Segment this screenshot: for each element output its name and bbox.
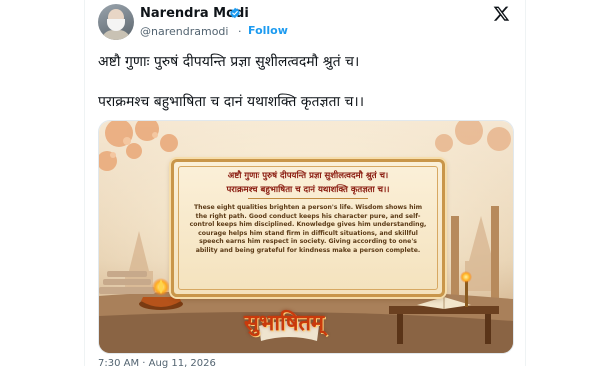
avatar[interactable] <box>98 4 134 40</box>
plaque-sanskrit-line-1: अष्टौ गुणाः पुरुषं दीपयन्ति प्रज्ञा सुशी… <box>227 171 389 181</box>
quote-plaque: अष्टौ गुणाः पुरुषं दीपयन्ति प्रज्ञा सुशी… <box>171 159 445 297</box>
verified-badge-icon <box>230 7 240 19</box>
follow-button[interactable]: Follow <box>248 24 288 37</box>
post-text-line-2: पराक्रमश्च बहुभाषिता च दानं यथाशक्ति कृत… <box>98 94 365 110</box>
author-handle[interactable]: @narendramodi <box>140 25 228 38</box>
x-logo-icon[interactable] <box>493 5 510 22</box>
post-timestamp[interactable]: 7:30 AM · Aug 11, 2026 <box>98 358 216 369</box>
separator-dot: · <box>238 25 242 38</box>
plaque-english-meaning: These eight qualities brighten a person'… <box>189 204 427 254</box>
post-media-image[interactable]: अष्टौ गुणाः पुरुषं दीपयन्ति प्रज्ञा सुशी… <box>98 120 514 354</box>
avatar-shoulders <box>101 30 131 40</box>
post-text-line-1: अष्टौ गुणाः पुरुषं दीपयन्ति प्रज्ञा सुशी… <box>98 54 360 70</box>
avatar-beard <box>107 19 125 31</box>
plaque-sanskrit-line-2: पराक्रमश्च बहुभाषिता च दानं यथाशक्ति कृत… <box>226 185 390 195</box>
plaque-divider <box>248 198 368 199</box>
subhashitam-title: सुभाषितम् <box>244 311 325 336</box>
